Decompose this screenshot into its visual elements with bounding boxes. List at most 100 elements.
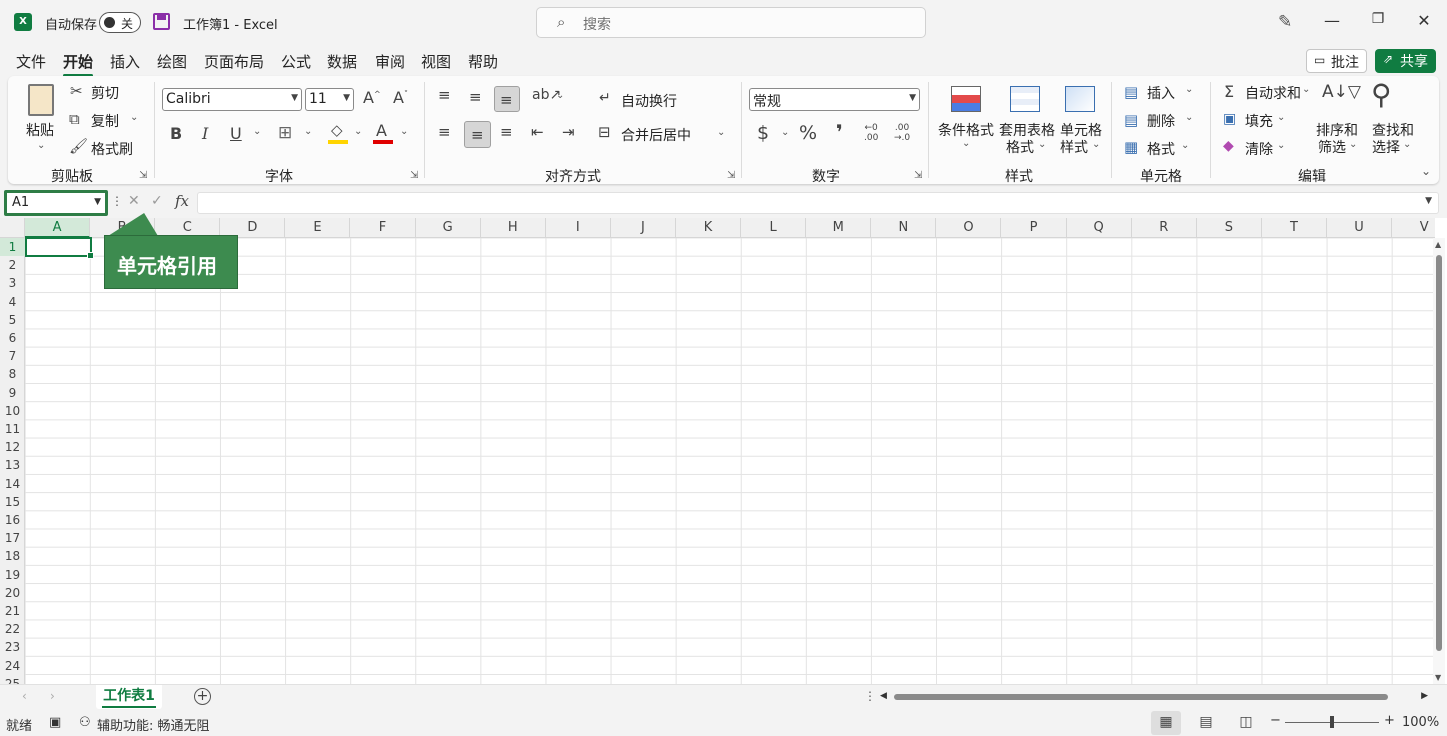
row-header-8[interactable]: 8 (0, 365, 25, 383)
column-header-f[interactable]: F (351, 218, 416, 238)
wrap-text-button[interactable]: 自动换行 (621, 91, 677, 111)
decrease-indent-icon[interactable]: ⇤ (531, 123, 544, 141)
decrease-decimal-button[interactable]: .00 →.0 (894, 123, 910, 143)
row-header-3[interactable]: 3 (0, 274, 25, 292)
tab-formulas[interactable]: 公式 (281, 51, 311, 72)
add-sheet-button[interactable]: + (194, 688, 211, 705)
align-right-icon[interactable]: ≡ (500, 123, 513, 141)
tab-data[interactable]: 数据 (327, 51, 357, 72)
column-header-g[interactable]: G (416, 218, 481, 238)
comma-style-button[interactable]: ❜ (836, 120, 843, 144)
dialog-launcher-icon[interactable]: ⇲ (410, 170, 418, 181)
search-box[interactable]: ⌕ 搜索 (536, 7, 926, 38)
restore-button[interactable]: ❐ (1366, 11, 1390, 35)
scroll-right-icon[interactable]: ▶ (1421, 691, 1428, 701)
page-break-view-button[interactable]: ◫ (1231, 711, 1261, 735)
row-header-25[interactable]: 25 (0, 675, 25, 684)
copy-button[interactable]: 复制 (91, 111, 119, 131)
row-header-16[interactable]: 16 (0, 511, 25, 529)
chevron-down-icon[interactable]: ⌄ (130, 112, 138, 123)
row-header-23[interactable]: 23 (0, 638, 25, 656)
column-header-t[interactable]: T (1262, 218, 1327, 238)
row-header-21[interactable]: 21 (0, 602, 25, 620)
format-painter-button[interactable]: 格式刷 (91, 139, 133, 159)
more-options-icon[interactable]: ⋮ (111, 194, 123, 208)
number-format-select[interactable]: 常规 ▼ (749, 88, 920, 111)
tab-page-layout[interactable]: 页面布局 (204, 51, 264, 72)
minimize-button[interactable]: — (1320, 11, 1344, 35)
decrease-font-icon[interactable]: A˅ (393, 88, 408, 107)
row-header-12[interactable]: 12 (0, 438, 25, 456)
close-button[interactable]: ✕ (1412, 11, 1436, 35)
chevron-down-icon[interactable]: ⌄ (253, 126, 261, 137)
row-header-4[interactable]: 4 (0, 293, 25, 311)
dialog-launcher-icon[interactable]: ⇲ (914, 170, 922, 181)
chevron-down-icon[interactable]: ⌄ (1185, 84, 1193, 95)
chevron-down-icon[interactable]: ⌄ (1277, 112, 1285, 123)
align-middle-icon[interactable]: ≡ (469, 88, 482, 106)
formula-input[interactable]: ▼ (197, 192, 1439, 214)
scroll-thumb[interactable] (1436, 255, 1442, 651)
cell-grid[interactable] (25, 238, 1435, 684)
column-header-q[interactable]: Q (1067, 218, 1132, 238)
font-size-select[interactable]: 11 ▼ (305, 88, 354, 111)
collapse-ribbon-icon[interactable]: ⌄ (1421, 164, 1431, 178)
select-all-button[interactable] (0, 218, 25, 238)
row-header-24[interactable]: 24 (0, 657, 25, 675)
vertical-scrollbar[interactable]: ▲ ▼ (1433, 238, 1445, 684)
insert-cells-button[interactable]: 插入 (1147, 83, 1175, 103)
increase-indent-icon[interactable]: ⇥ (562, 123, 575, 141)
row-header-20[interactable]: 20 (0, 584, 25, 602)
column-header-v[interactable]: V (1392, 218, 1447, 238)
active-cell-a1[interactable] (25, 237, 94, 259)
tab-home[interactable]: 开始 (63, 51, 94, 77)
share-button[interactable]: ⇗ 共享 (1375, 49, 1436, 73)
name-box[interactable]: A1 ▼ (4, 190, 108, 216)
row-header-5[interactable]: 5 (0, 311, 25, 329)
underline-button[interactable]: U (230, 124, 242, 143)
row-header-6[interactable]: 6 (0, 329, 25, 347)
horizontal-scrollbar[interactable]: ◀ ▶ (880, 691, 1428, 703)
chevron-down-icon[interactable]: ⌄ (717, 127, 725, 138)
column-header-u[interactable]: U (1327, 218, 1393, 238)
dialog-launcher-icon[interactable]: ⇲ (727, 170, 735, 181)
tab-file[interactable]: 文件 (16, 51, 46, 72)
row-header-7[interactable]: 7 (0, 347, 25, 365)
delete-cells-button[interactable]: 删除 (1147, 111, 1175, 131)
chevron-down-icon[interactable]: ⌄ (556, 90, 564, 101)
borders-icon[interactable]: ⊞ (278, 123, 292, 143)
autosave-toggle[interactable]: 关 (99, 12, 141, 33)
align-top-icon[interactable]: ≡ (438, 86, 451, 104)
pen-icon[interactable]: ✎ (1278, 12, 1292, 32)
column-header-j[interactable]: J (611, 218, 676, 238)
column-header-e[interactable]: E (285, 218, 351, 238)
save-icon[interactable] (153, 13, 170, 30)
row-header-14[interactable]: 14 (0, 475, 25, 493)
chevron-down-icon[interactable]: ⌄ (1277, 140, 1285, 151)
fill-color-icon[interactable]: ◇ (331, 121, 343, 139)
sheet-tab-1[interactable]: 工作表1 (96, 685, 162, 709)
chevron-down-icon[interactable]: ⌄ (1181, 140, 1189, 151)
percent-button[interactable]: % (799, 122, 817, 144)
column-header-a[interactable]: A (25, 218, 91, 238)
tab-view[interactable]: 视图 (421, 51, 451, 72)
bold-button[interactable]: B (170, 124, 182, 143)
chevron-down-icon[interactable]: ⌄ (304, 126, 312, 137)
more-options-icon[interactable]: ⋮ (864, 689, 876, 703)
zoom-in-button[interactable]: + (1384, 713, 1395, 728)
row-header-22[interactable]: 22 (0, 620, 25, 638)
fill-button[interactable]: 填充 (1245, 111, 1273, 131)
column-header-p[interactable]: P (1002, 218, 1067, 238)
align-left-icon[interactable]: ≡ (438, 123, 451, 141)
clear-button[interactable]: 清除 (1245, 139, 1273, 159)
align-center-button[interactable]: ≡ (464, 121, 491, 148)
zoom-slider-thumb[interactable] (1330, 716, 1334, 728)
accessibility-status[interactable]: 辅助功能: 畅通无阻 (97, 715, 210, 734)
tab-draw[interactable]: 绘图 (157, 51, 187, 72)
confirm-icon[interactable]: ✓ (151, 193, 163, 209)
chevron-down-icon[interactable]: ⌄ (400, 126, 408, 137)
format-cells-button[interactable]: 格式 (1147, 139, 1175, 159)
prev-sheet-icon[interactable]: ‹ (22, 689, 27, 703)
row-header-1[interactable]: 1 (0, 238, 25, 256)
currency-button[interactable]: $ (757, 122, 769, 144)
